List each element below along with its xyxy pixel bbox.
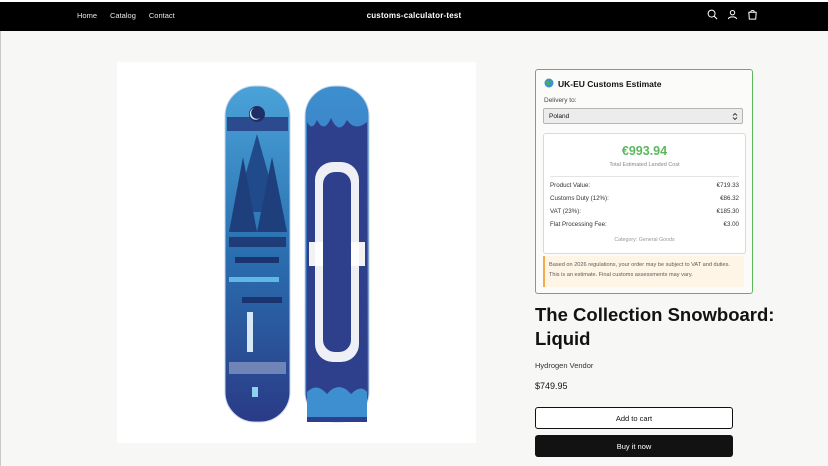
cost-value: €719.33 bbox=[716, 182, 739, 189]
widget-title-text: UK-EU Customs Estimate bbox=[558, 79, 662, 89]
site-header: Home Catalog Contact customs-calculator-… bbox=[0, 2, 828, 31]
note-line: This is an estimate. Final customs asses… bbox=[549, 272, 693, 278]
country-select-value: Poland bbox=[549, 112, 570, 120]
cost-value: €185.30 bbox=[716, 208, 739, 215]
product-title: The Collection Snowboard: Liquid bbox=[535, 304, 775, 349]
account-icon[interactable] bbox=[727, 9, 738, 20]
cost-row-vat: VAT (23%): €185.30 bbox=[550, 208, 739, 215]
customs-estimate-widget: UK-EU Customs Estimate Delivery to: Pola… bbox=[535, 69, 753, 294]
disclaimer-note: Based on 2026 regulations, your order ma… bbox=[543, 256, 744, 287]
header-icons bbox=[707, 9, 758, 20]
cost-label: Product Value: bbox=[550, 182, 591, 189]
cost-row-customs-duty: Customs Duty (12%): €86.32 bbox=[550, 195, 739, 202]
total-cost-label: Total Estimated Landed Cost bbox=[609, 162, 680, 168]
total-cost: €993.94 bbox=[621, 144, 668, 158]
site-title[interactable]: customs-calculator-test bbox=[0, 11, 828, 20]
search-icon[interactable] bbox=[707, 9, 718, 20]
chevron-updown-icon bbox=[732, 112, 738, 123]
cost-value: €86.32 bbox=[720, 195, 739, 202]
page-edge bbox=[0, 31, 1, 466]
delivery-label: Delivery to: bbox=[544, 97, 577, 104]
cost-label: Flat Processing Fee: bbox=[550, 221, 607, 228]
globe-icon bbox=[544, 78, 554, 90]
estimate-card: €993.94 Total Estimated Landed Cost Prod… bbox=[543, 133, 746, 254]
cost-row-processing-fee: Flat Processing Fee: €3.00 bbox=[550, 221, 739, 228]
cost-label: Customs Duty (12%): bbox=[550, 195, 609, 202]
product-price: $749.95 bbox=[535, 381, 568, 391]
buy-now-button[interactable]: Buy it now bbox=[535, 435, 733, 457]
cart-icon[interactable] bbox=[747, 9, 758, 20]
cost-label: VAT (23%): bbox=[550, 208, 581, 215]
divider bbox=[550, 176, 739, 177]
cost-row-product-value: Product Value: €719.33 bbox=[550, 182, 739, 189]
note-line: Based on 2026 regulations, your order ma… bbox=[549, 262, 730, 268]
cost-value: €3.00 bbox=[723, 221, 739, 228]
category-label: Category: General Goods bbox=[614, 237, 675, 243]
country-select[interactable]: Poland bbox=[543, 108, 743, 124]
add-to-cart-button[interactable]: Add to cart bbox=[535, 407, 733, 429]
product-vendor: Hydrogen Vendor bbox=[535, 361, 594, 370]
widget-title: UK-EU Customs Estimate bbox=[544, 78, 661, 90]
snowboard-illustration bbox=[224, 85, 370, 423]
product-image[interactable] bbox=[117, 62, 476, 443]
